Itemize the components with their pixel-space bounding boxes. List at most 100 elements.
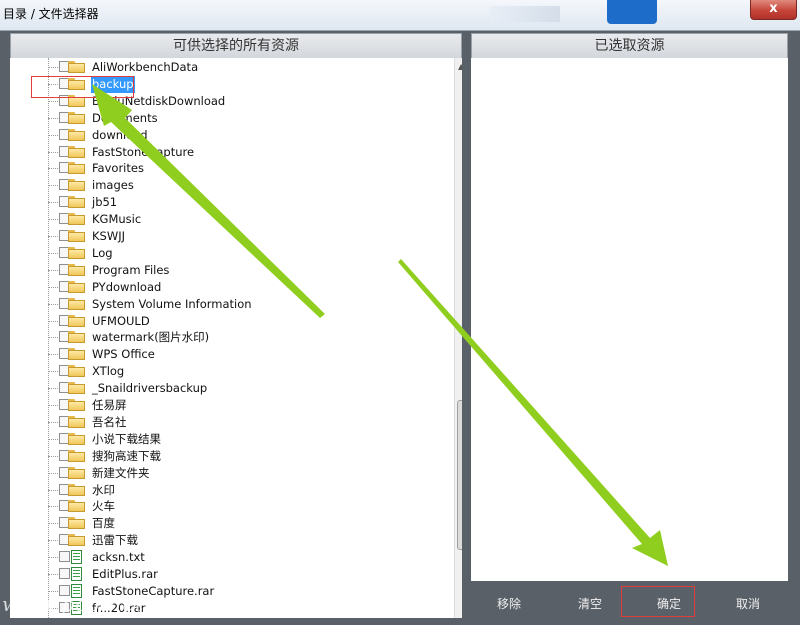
tree-folder-item[interactable]: 迅雷下载	[48, 532, 448, 549]
tree-folder-item[interactable]: UFMOULD	[48, 313, 448, 330]
folder-icon	[68, 331, 85, 344]
tree-item-label: WPS Office	[92, 347, 155, 362]
tree-folder-item[interactable]: 搜狗高速下载	[48, 448, 448, 465]
folder-icon	[68, 111, 85, 124]
tree-folder-item[interactable]: 小说下载结果	[48, 431, 448, 448]
folder-icon	[68, 399, 85, 411]
window-title: 目录 / 文件选择器	[3, 7, 99, 21]
folder-icon	[68, 483, 85, 496]
tree-folder-item[interactable]: XTlog	[48, 363, 448, 380]
tree-folder-item[interactable]: 任易屏	[48, 397, 448, 414]
tree-item-label: 百度	[92, 516, 115, 531]
tree-item-label: FastStoneCapture	[92, 144, 195, 159]
tree-folder-item[interactable]: Log	[48, 245, 448, 262]
tree-connector	[48, 67, 58, 68]
folder-icon	[68, 534, 85, 547]
close-button[interactable]: x	[750, 0, 797, 20]
clear-button[interactable]: 清空	[578, 595, 602, 612]
tree-folder-item[interactable]: 百度	[48, 515, 448, 532]
tree-connector	[48, 151, 58, 153]
folder-icon	[68, 246, 85, 259]
window-titlebar: 目录 / 文件选择器 x	[0, 0, 800, 31]
folder-icon	[68, 61, 85, 73]
tree-folder-item[interactable]: FastStoneCapture	[48, 144, 448, 161]
cancel-button[interactable]: 取消	[736, 595, 760, 612]
tree-item-label: 火车	[92, 499, 115, 514]
tree-connector	[48, 438, 58, 440]
tree-folder-item[interactable]: 新建文件夹	[48, 465, 448, 482]
scroll-up-icon[interactable]: ▲	[458, 62, 462, 71]
folder-icon	[68, 128, 85, 141]
tree-folder-item[interactable]: Favorites	[48, 160, 448, 177]
tree-connector	[48, 185, 58, 187]
tree-connector	[48, 269, 58, 271]
file-icon	[71, 550, 82, 565]
folder-icon	[68, 348, 85, 361]
tree-folder-item[interactable]: KGMusic	[48, 211, 448, 228]
folder-icon	[68, 314, 85, 327]
right-panel-title: 已选取资源	[594, 38, 665, 54]
folder-icon	[68, 297, 85, 310]
tree-file-item[interactable]: acksn.txt	[48, 549, 448, 566]
item-checkbox[interactable]	[59, 551, 70, 563]
tree-folder-item[interactable]: jb51	[48, 194, 448, 211]
tree-connector	[48, 574, 58, 575]
tree-connector	[48, 286, 58, 288]
tree-connector	[48, 320, 58, 322]
tree-file-item[interactable]: EditPlus.rar	[48, 566, 448, 583]
tree-connector	[48, 117, 58, 119]
tree-item-label: download	[92, 127, 148, 142]
folder-icon	[68, 449, 85, 462]
tree-folder-item[interactable]: Documents	[48, 110, 448, 127]
tree-connector	[48, 506, 58, 508]
folder-icon	[68, 196, 85, 209]
tree-folder-item[interactable]: download	[48, 127, 448, 144]
tree-folder-item[interactable]: 火车	[48, 498, 448, 515]
folder-icon	[68, 263, 85, 276]
folder-icon	[68, 230, 85, 242]
tree-scrollbar[interactable]: ▲ ≡	[454, 58, 462, 618]
tree-folder-item[interactable]: System Volume Information	[48, 296, 448, 313]
tree-connector	[48, 337, 58, 339]
grip-icon: ≡	[461, 469, 462, 479]
watermark: www.pc6.net	[2, 592, 145, 616]
left-panel-header: 可供选择的所有资源	[10, 33, 462, 59]
item-checkbox[interactable]	[59, 568, 70, 579]
left-panel-title: 可供选择的所有资源	[173, 38, 299, 54]
tree-connector	[48, 236, 58, 237]
tree-folder-item[interactable]: 水印	[48, 482, 448, 499]
tree-item-label: XTlog	[92, 364, 125, 379]
tree-item-label: Log	[92, 245, 113, 260]
tree-item-label: UFMOULD	[92, 313, 150, 328]
selected-resources-list[interactable]	[471, 58, 788, 581]
file-icon	[71, 567, 82, 581]
tree-connector	[48, 472, 58, 474]
tree-connector	[48, 523, 58, 525]
resource-tree[interactable]: AliWorkbenchData backup BaiduNetdiskDownlo…	[10, 58, 462, 618]
tree-folder-item[interactable]: PYdownload	[48, 279, 448, 296]
tree-item-label: Program Files	[92, 262, 170, 277]
tree-folder-item[interactable]: AliWorkbenchData	[48, 59, 448, 76]
tree-folder-item[interactable]: Program Files	[48, 262, 448, 279]
tree-connector	[48, 371, 58, 373]
folder-icon	[68, 179, 85, 192]
tree-folder-item[interactable]: WPS Office	[48, 346, 448, 363]
confirm-button[interactable]: 确定	[657, 595, 681, 612]
tree-folder-item[interactable]: 吾名社	[48, 414, 448, 431]
tree-item-label: KGMusic	[92, 212, 142, 227]
remove-button[interactable]: 移除	[497, 595, 521, 612]
tree-folder-item[interactable]: watermark(图片水印)	[48, 329, 448, 346]
tree-item-label: System Volume Information	[92, 296, 252, 311]
tree-folder-item[interactable]: images	[48, 177, 448, 194]
tree-item-label: 吾名社	[92, 414, 127, 429]
tree-folder-item[interactable]: _Snaildriversbackup	[48, 380, 448, 397]
tree-connector	[48, 202, 58, 204]
folder-icon	[68, 466, 85, 479]
folder-icon	[68, 432, 85, 445]
tree-connector	[48, 388, 58, 390]
scroll-thumb[interactable]: ≡	[457, 400, 462, 550]
tree-item-label: acksn.txt	[92, 550, 145, 565]
tree-folder-item[interactable]: KSWJJ	[48, 228, 448, 245]
folder-icon	[68, 500, 85, 513]
tree-connector	[48, 540, 58, 542]
